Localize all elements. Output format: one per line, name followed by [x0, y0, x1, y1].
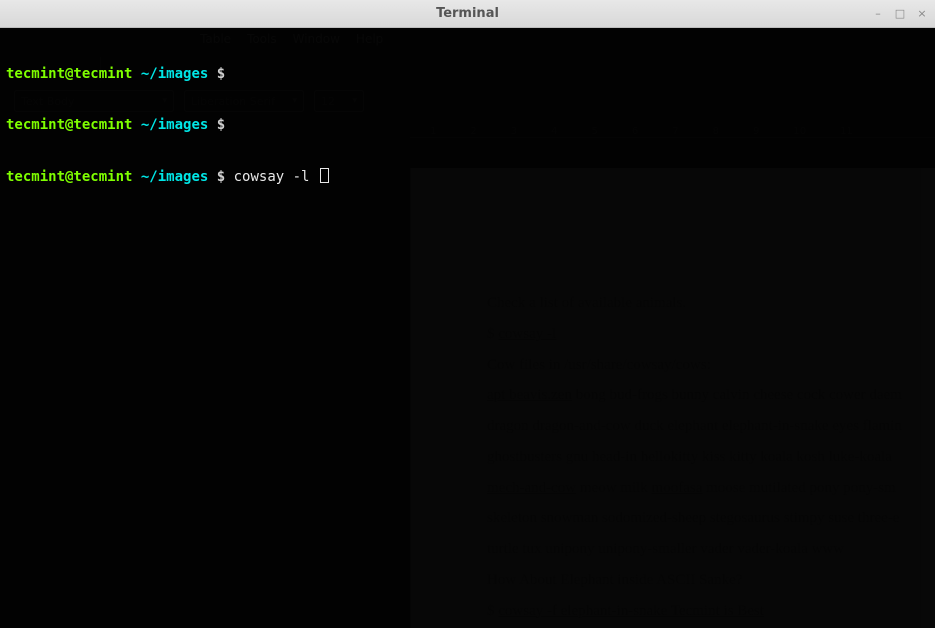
doc-line: Cow files in /usr/share/cowsay/cows:	[487, 350, 915, 381]
titlebar: Terminal – □ ×	[0, 0, 935, 28]
ruler-tick: 4	[551, 126, 557, 137]
doc-line: mech-and-cow meow milk moofasa moose mut…	[487, 473, 915, 504]
prompt-user: tecmint@tecmint	[6, 117, 132, 133]
ruler-tick: 7	[672, 126, 678, 137]
command-text: cowsay -l	[234, 169, 318, 185]
chevron-down-icon: ▾	[352, 96, 357, 106]
doc-text: moose mutilated pony pony-sm	[702, 480, 895, 496]
ruler-tick: 8	[713, 126, 719, 137]
background-ruler: 1 2 3 4 5 6 7 8 9 10 11	[410, 116, 935, 138]
menu-help: Help	[356, 32, 383, 52]
doc-line: $ cowsay -l	[487, 319, 915, 350]
window-controls: – □ ×	[869, 4, 931, 22]
doc-text: bong bud-frogs bunny calvin cheese cock …	[572, 387, 902, 403]
doc-underline: moofasa	[652, 480, 703, 496]
prompt-dollar: $	[208, 66, 233, 82]
ruler-tick: 9	[753, 126, 759, 137]
cursor-icon	[320, 168, 329, 183]
prompt-sep	[132, 117, 140, 133]
doc-line: Check a list of available animals.	[487, 288, 915, 319]
ruler-tick: 1	[430, 126, 436, 137]
prompt-dollar: $	[208, 169, 233, 185]
prompt-line: tecmint@tecmint ~/images $	[6, 66, 329, 83]
prompt-line: tecmint@tecmint ~/images $ cowsay -l	[6, 168, 329, 186]
doc-line: ghostbusters gnu head-in hellokitty kiss…	[487, 442, 915, 473]
prompt-user: tecmint@tecmint	[6, 169, 132, 185]
doc-line: skeleton snowman sodomized-sheep stegosa…	[487, 503, 915, 534]
ruler-tick: 3	[511, 126, 517, 137]
doc-prompt: $	[487, 603, 498, 619]
ruler-tick: 11	[840, 126, 853, 137]
doc-underline: apt beavis.zen	[487, 387, 572, 403]
prompt-user: tecmint@tecmint	[6, 66, 132, 82]
ruler-tick: 10	[793, 126, 806, 137]
close-button[interactable]: ×	[913, 4, 931, 22]
doc-line: dragon dragon-and-cow duck elephant elep…	[487, 411, 915, 442]
doc-underline: mech-and-cow	[487, 480, 576, 496]
maximize-button[interactable]: □	[891, 4, 909, 22]
doc-cmd: cowsay -f elephant-in-snake Tecmint is B…	[498, 603, 764, 619]
doc-text: meow milk	[576, 480, 651, 496]
doc-line: How About Elephant inside ASCII Sanke?	[487, 565, 915, 596]
prompt-path: ~/images	[141, 66, 208, 82]
minimize-button[interactable]: –	[869, 4, 887, 22]
terminal-client-area[interactable]: Table Tools Window Help Text Body ▾ Libe…	[0, 28, 935, 628]
ruler-tick: 5	[592, 126, 598, 137]
ruler-tick: 6	[632, 126, 638, 137]
prompt-dollar: $	[208, 117, 233, 133]
prompt-path: ~/images	[141, 169, 208, 185]
background-scrollbar	[921, 168, 935, 628]
doc-prompt: $	[487, 326, 498, 342]
prompt-path: ~/images	[141, 117, 208, 133]
terminal-output[interactable]: tecmint@tecmint ~/images $ tecmint@tecmi…	[6, 32, 329, 220]
prompt-sep	[132, 66, 140, 82]
ruler-tick: 2	[470, 126, 476, 137]
doc-line: turtle tux unipony unipony-smaller vader…	[487, 534, 915, 565]
doc-line: apt beavis.zen bong bud-frogs bunny calv…	[487, 380, 915, 411]
background-document: Check a list of available animals. $ cow…	[410, 168, 935, 628]
prompt-line: tecmint@tecmint ~/images $	[6, 117, 329, 134]
doc-cmd: cowsay -l	[498, 326, 556, 342]
window-title: Terminal	[436, 6, 499, 21]
prompt-sep	[132, 169, 140, 185]
doc-line: $ cowsay -f elephant-in-snake Tecmint is…	[487, 596, 915, 627]
